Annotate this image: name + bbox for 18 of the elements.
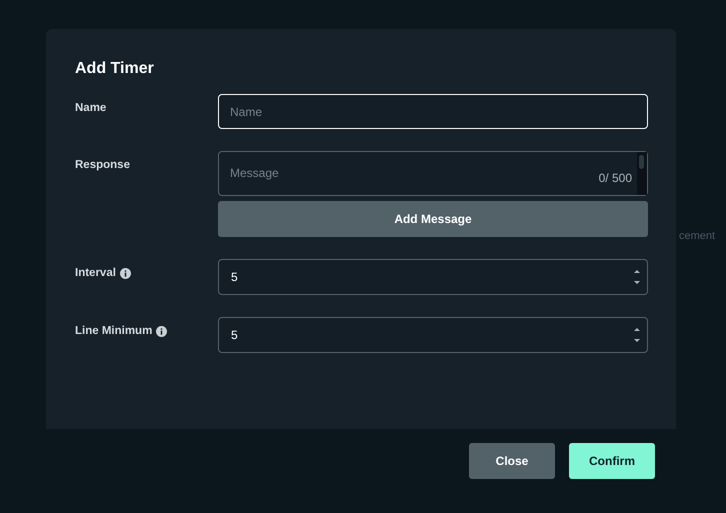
spinner-icon[interactable] — [633, 325, 641, 345]
confirm-button[interactable]: Confirm — [569, 443, 655, 479]
number-input[interactable]: 5 — [218, 317, 648, 353]
background-text: cement — [679, 230, 716, 242]
character-counter: 0/ 500 — [598, 171, 632, 185]
add-message-button[interactable]: Add Message — [218, 201, 648, 237]
field-label: Line Minimum — [75, 325, 152, 337]
number-input[interactable]: 5 — [218, 259, 648, 295]
field-label: Interval — [75, 267, 116, 279]
spinner-icon[interactable] — [633, 267, 641, 287]
placeholder-text: Message — [229, 165, 280, 182]
field-label: Name — [75, 102, 106, 114]
name-input[interactable]: Name — [218, 94, 648, 129]
close-button[interactable]: Close — [469, 443, 555, 479]
scrollbar[interactable] — [637, 152, 647, 195]
field-label: Response — [75, 159, 130, 171]
message-textarea[interactable]: Message 0/ 500 — [218, 151, 648, 196]
dialog-title: Add Timer — [75, 60, 155, 78]
